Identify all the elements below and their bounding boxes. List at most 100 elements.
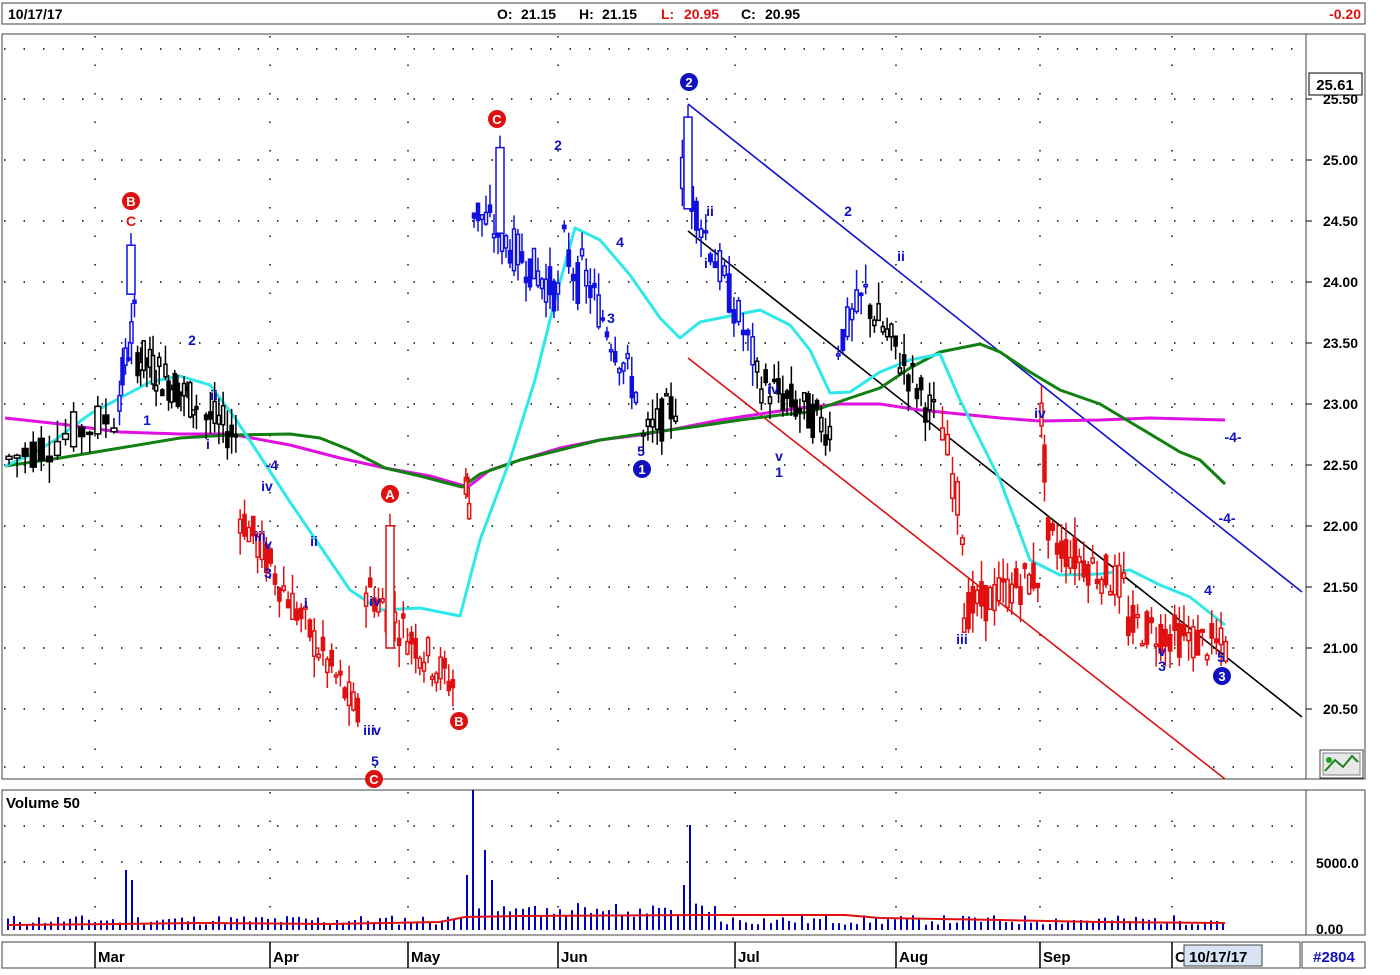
month-label: Mar	[98, 949, 125, 966]
candle-body	[970, 585, 976, 614]
candle-body	[396, 637, 402, 647]
chart-settings-icon[interactable]	[1319, 749, 1364, 779]
month-label: May	[411, 949, 441, 966]
candle-body	[1172, 614, 1178, 631]
candle-body	[939, 427, 946, 441]
candle-body	[1135, 613, 1141, 619]
header-change: -0.20	[1329, 6, 1361, 22]
candle-body	[592, 282, 597, 289]
candle-body	[5, 455, 13, 461]
month-label: Sep	[1043, 949, 1071, 966]
candle-body	[527, 258, 533, 288]
candle-body	[923, 407, 928, 423]
candle-body	[21, 447, 29, 457]
candle-body	[229, 424, 234, 438]
candle-body	[531, 247, 537, 280]
candle-body	[1121, 572, 1127, 579]
price-tick-label: 24.00	[1323, 274, 1358, 290]
candle-body	[37, 437, 45, 462]
wave-circle-label: C	[369, 772, 379, 787]
candle-body	[621, 362, 626, 372]
candle-body	[442, 657, 447, 669]
candle-body	[491, 233, 497, 239]
time-axis	[1, 941, 1301, 969]
candle-body	[944, 433, 951, 456]
candle-body	[893, 335, 898, 347]
candle-body	[355, 697, 361, 723]
candle-body	[126, 244, 136, 295]
candle-body	[551, 280, 557, 312]
candle-body	[1204, 654, 1210, 661]
candle-body	[503, 235, 509, 249]
wave-text-label: 1	[775, 464, 783, 480]
candle-body	[277, 587, 282, 602]
candle-body	[784, 390, 790, 399]
candle-body	[298, 607, 304, 620]
candle-body	[320, 636, 326, 652]
wave-text-label: ii	[706, 203, 714, 219]
wave-text-label: 2	[188, 332, 196, 348]
candle-body	[61, 433, 70, 441]
candle-body	[876, 303, 881, 322]
candle-body	[1035, 582, 1041, 589]
candle-body	[233, 433, 239, 438]
candle-body	[650, 418, 655, 428]
candle-body	[246, 526, 252, 543]
candle-body	[203, 414, 209, 421]
candle-body	[608, 348, 614, 353]
candle-body	[575, 262, 581, 305]
candle-body	[726, 273, 732, 313]
candle-body	[413, 637, 418, 659]
candle-body	[583, 269, 589, 287]
header-open-label: O:	[497, 6, 513, 22]
candle-body	[446, 680, 452, 692]
candle-body	[78, 426, 86, 438]
candle-body	[959, 537, 966, 546]
candle-body	[1081, 560, 1087, 578]
candle-body	[797, 408, 803, 413]
wave-circle-label: 3	[1218, 669, 1225, 684]
candle-body	[1018, 586, 1023, 606]
header-low: 20.95	[684, 6, 719, 22]
price-tick-label: 22.00	[1323, 518, 1358, 534]
candle-body	[338, 670, 343, 676]
candle-body	[1149, 617, 1154, 624]
candle-body	[29, 441, 37, 468]
candle-body	[129, 321, 134, 344]
candle-body	[1042, 444, 1047, 483]
wave-text-label: -4-	[1224, 429, 1241, 445]
candle-body	[889, 323, 894, 338]
candle-body	[237, 518, 243, 534]
candle-body	[495, 146, 505, 234]
candle-body	[664, 393, 669, 397]
candle-body	[351, 691, 356, 711]
candle-body	[311, 630, 317, 657]
candle-body	[823, 434, 828, 446]
candle-body	[810, 403, 816, 438]
candle-body	[901, 354, 907, 367]
candle-body	[346, 681, 352, 707]
price-tick-label: 24.50	[1323, 213, 1358, 229]
candle-body	[1085, 564, 1091, 586]
price-tick-label: 21.00	[1323, 640, 1358, 656]
candle-body	[1200, 628, 1205, 633]
candle-body	[1094, 578, 1100, 585]
candle-body	[1054, 542, 1060, 555]
candle-body	[1005, 578, 1010, 609]
candle-body	[191, 409, 196, 416]
wave-text-label: iv	[767, 381, 779, 397]
candle-body	[708, 253, 713, 263]
candle-body	[949, 473, 956, 500]
candle-body	[906, 374, 911, 392]
wave-text-label: ii	[210, 387, 218, 403]
wave-text-label: iii	[956, 631, 968, 647]
candle-body	[272, 573, 278, 585]
candle-body	[880, 325, 886, 333]
candle-body	[683, 116, 693, 210]
wave-text-label: v	[1158, 643, 1166, 659]
candle-body	[845, 306, 850, 338]
wave-text-label: 5	[1217, 649, 1225, 665]
candle-body	[801, 391, 807, 402]
candle-body	[814, 399, 820, 410]
volume-pane-title: Volume 50	[6, 795, 80, 812]
